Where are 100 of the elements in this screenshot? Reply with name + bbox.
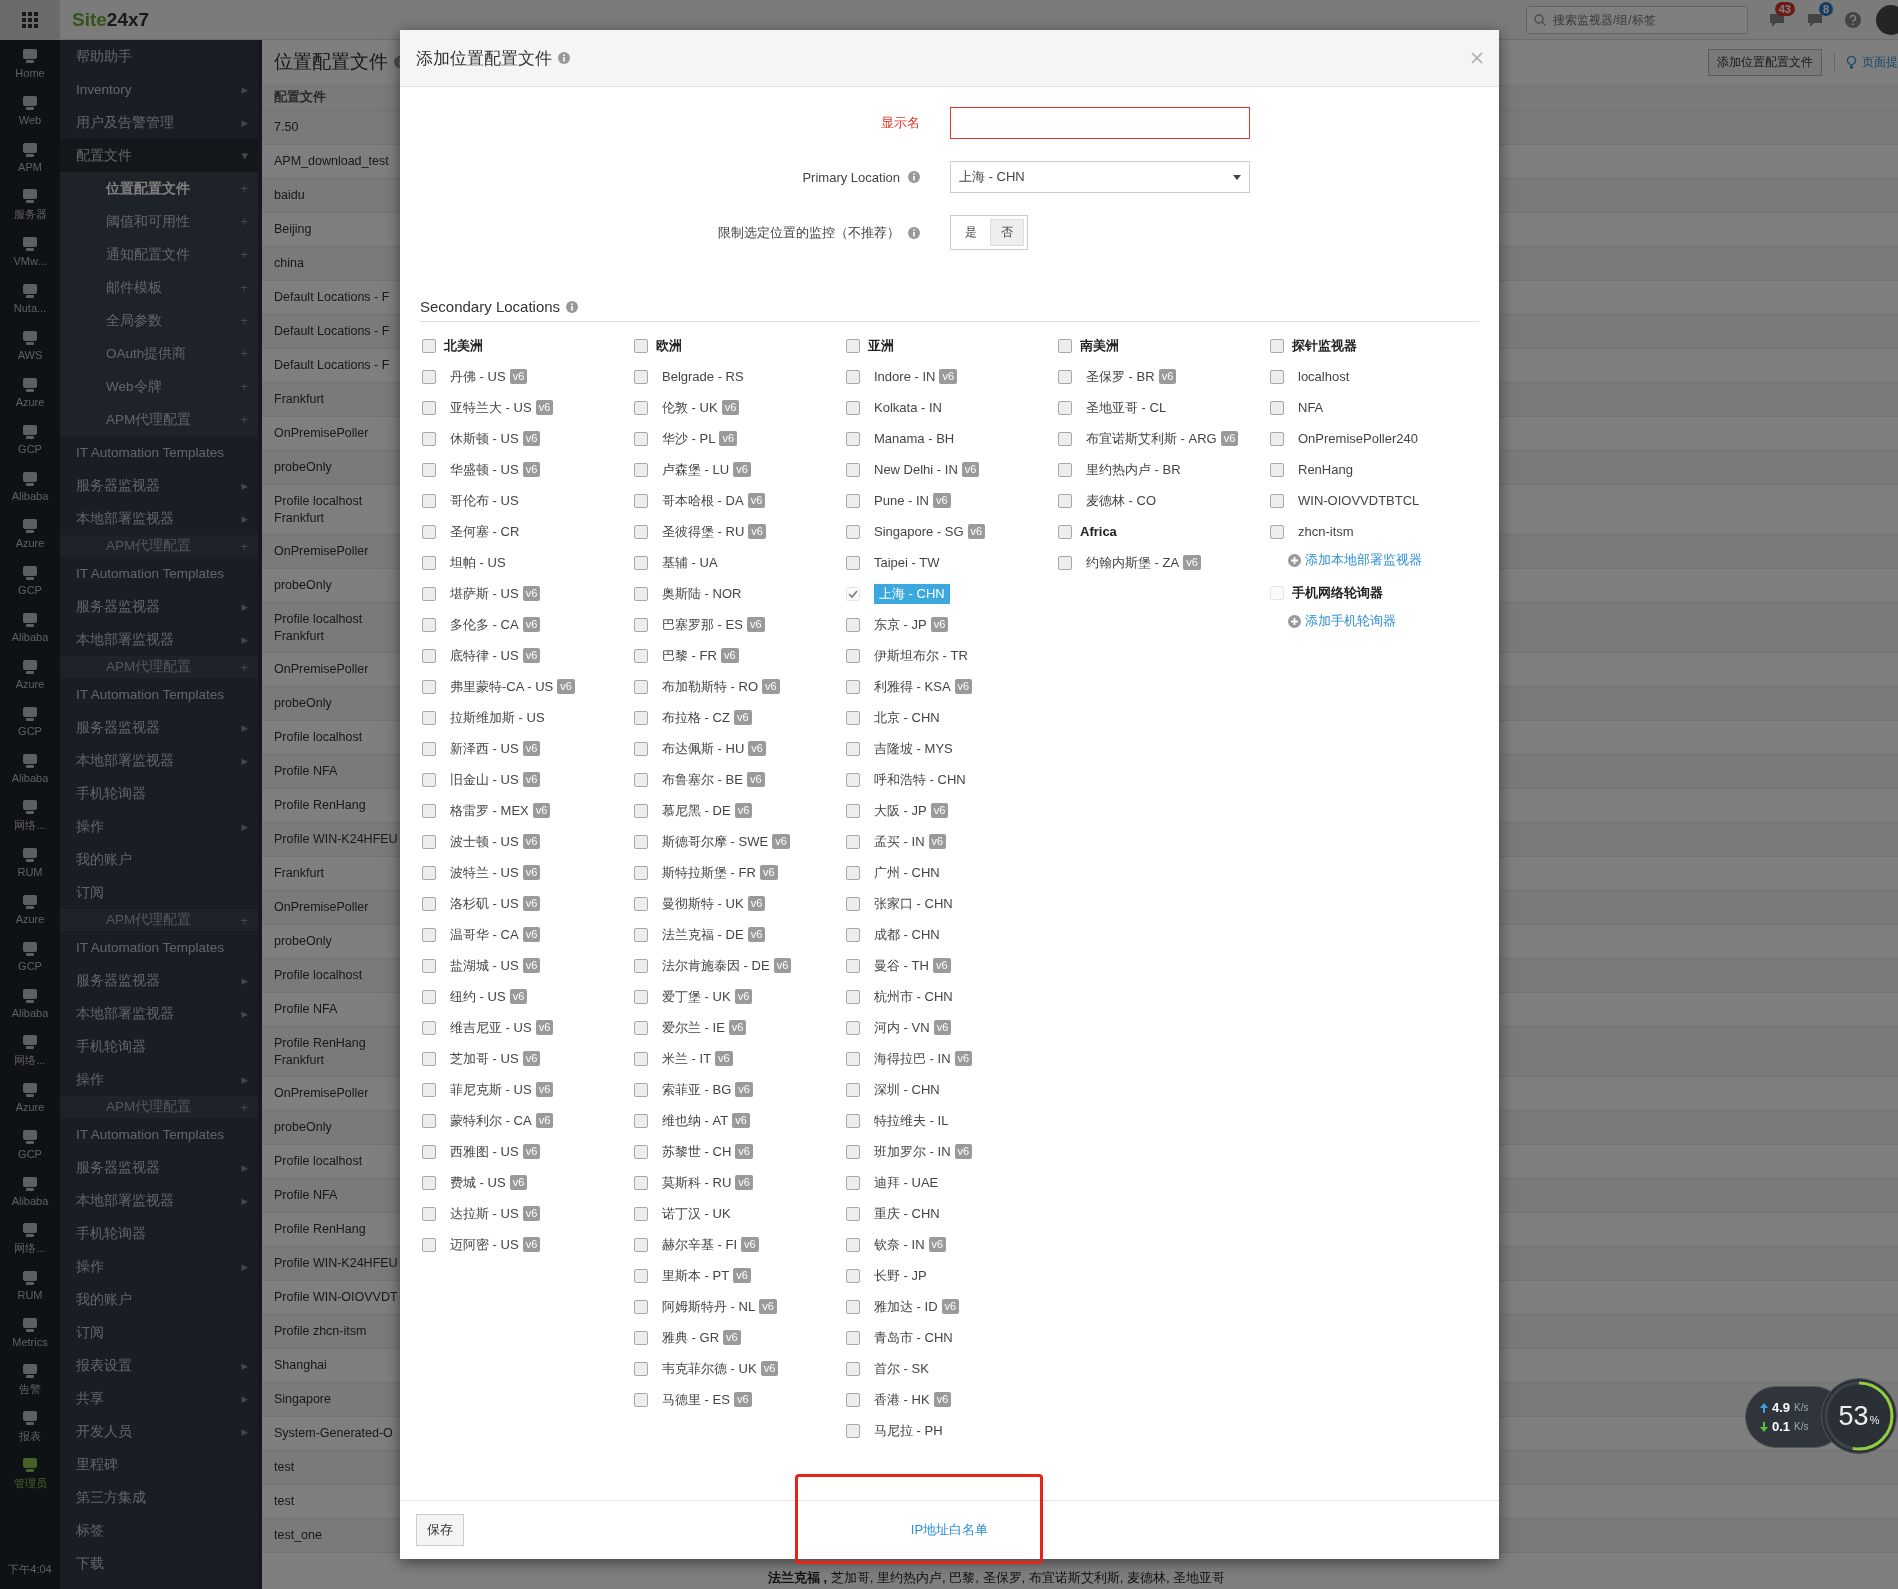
menu-item[interactable]: 邮件模板 + — [60, 271, 258, 304]
menu-item[interactable]: 操作 ▸ — [60, 1250, 258, 1283]
checkbox[interactable] — [422, 648, 436, 663]
checkbox[interactable] — [1058, 400, 1072, 415]
checkbox[interactable] — [634, 772, 648, 787]
menu-item[interactable]: 服务器监视器 ▸ — [60, 964, 258, 997]
checkbox[interactable] — [846, 1206, 860, 1221]
expand-indicator[interactable]: + — [240, 412, 248, 427]
menu-item[interactable]: 订阅 — [60, 876, 258, 909]
nav-item[interactable]: GCP — [0, 1121, 60, 1168]
nav-item[interactable]: 报表 — [0, 1403, 60, 1450]
menu-item[interactable]: 我的账户 — [60, 843, 258, 876]
add-icon[interactable] — [1288, 614, 1301, 628]
checkbox[interactable] — [422, 617, 436, 632]
checkbox[interactable] — [1270, 431, 1284, 446]
checkbox[interactable] — [1058, 555, 1072, 570]
menu-item[interactable]: APM代理配置 + — [60, 403, 258, 436]
menu-item[interactable]: 配置文件 ▾ — [60, 139, 258, 172]
nav-item[interactable]: 网络... — [0, 1215, 60, 1262]
checkbox[interactable] — [1058, 431, 1072, 446]
expand-indicator[interactable]: ▸ — [241, 478, 248, 493]
menu-item[interactable]: 标签 — [60, 1514, 258, 1547]
checkbox[interactable] — [422, 338, 436, 353]
menu-item[interactable]: Web令牌 + — [60, 370, 258, 403]
checkbox[interactable] — [634, 1330, 648, 1345]
menu-item[interactable]: IT Automation Templates — [60, 557, 258, 590]
expand-indicator[interactable]: + — [240, 659, 248, 675]
checkbox[interactable] — [634, 1206, 648, 1221]
menu-item[interactable]: 服务器监视器 ▸ — [60, 711, 258, 744]
checkbox[interactable] — [846, 555, 860, 570]
checkbox[interactable] — [846, 1299, 860, 1314]
menu-item[interactable]: 阈值和可用性 + — [60, 205, 258, 238]
checkbox[interactable] — [634, 462, 648, 477]
checkbox[interactable] — [1270, 524, 1284, 539]
checkbox[interactable] — [634, 1175, 648, 1190]
checkbox[interactable] — [634, 369, 648, 384]
checkbox[interactable] — [1058, 462, 1072, 477]
display-name-field[interactable] — [950, 107, 1250, 139]
expand-indicator[interactable]: ▸ — [241, 720, 248, 735]
checkbox[interactable] — [634, 1082, 648, 1097]
checkbox[interactable] — [634, 989, 648, 1004]
checkbox[interactable] — [634, 1051, 648, 1066]
nav-item[interactable]: VMw... — [0, 228, 60, 275]
checkbox[interactable] — [846, 1144, 860, 1159]
menu-item[interactable]: 全局参数 + — [60, 304, 258, 337]
menu-item[interactable]: 订阅 — [60, 1316, 258, 1349]
checkbox[interactable] — [846, 989, 860, 1004]
checkbox[interactable] — [1270, 338, 1284, 353]
add-link[interactable]: 添加本地部署监视器 — [1305, 551, 1422, 569]
checkbox[interactable] — [846, 1113, 860, 1128]
save-button[interactable]: 保存 — [416, 1514, 464, 1546]
expand-indicator[interactable]: + — [240, 346, 248, 361]
menu-item[interactable]: 手机轮询器 — [60, 1030, 258, 1063]
expand-indicator[interactable]: ▸ — [241, 1424, 248, 1439]
checkbox[interactable] — [634, 1113, 648, 1128]
checkbox[interactable] — [422, 431, 436, 446]
checkbox[interactable] — [422, 1020, 436, 1035]
expand-indicator[interactable]: ▸ — [241, 1193, 248, 1208]
nav-item[interactable]: Azure — [0, 651, 60, 698]
expand-indicator[interactable]: ▸ — [241, 632, 248, 647]
checkbox[interactable] — [846, 772, 860, 787]
checkbox[interactable] — [634, 803, 648, 818]
checkbox[interactable] — [634, 1144, 648, 1159]
menu-item[interactable]: 下载 — [60, 1547, 258, 1580]
menu-item[interactable]: 里程碑 — [60, 1448, 258, 1481]
checkbox[interactable] — [1058, 338, 1072, 353]
checkbox[interactable] — [1058, 493, 1072, 508]
checkbox[interactable] — [422, 896, 436, 911]
checkbox[interactable] — [422, 679, 436, 694]
expand-indicator[interactable]: ▸ — [241, 82, 248, 97]
nav-item[interactable]: Alibaba — [0, 604, 60, 651]
checkbox[interactable] — [422, 927, 436, 942]
nav-item[interactable]: AWS — [0, 322, 60, 369]
nav-item[interactable]: Nuta... — [0, 275, 60, 322]
checkbox[interactable] — [422, 524, 436, 539]
expand-indicator[interactable]: + — [240, 1099, 248, 1115]
nav-item[interactable]: Web — [0, 87, 60, 134]
expand-indicator[interactable]: ▸ — [241, 753, 248, 768]
nav-item[interactable]: Azure — [0, 1074, 60, 1121]
close-icon[interactable] — [1471, 52, 1483, 64]
expand-indicator[interactable]: ▸ — [241, 1006, 248, 1021]
expand-indicator[interactable]: ▸ — [241, 1160, 248, 1175]
checkbox[interactable] — [634, 834, 648, 849]
checkbox[interactable] — [846, 710, 860, 725]
checkbox[interactable] — [846, 865, 860, 880]
checkbox[interactable] — [1270, 400, 1284, 415]
nav-item[interactable]: GCP — [0, 933, 60, 980]
checkbox[interactable] — [634, 648, 648, 663]
expand-indicator[interactable]: ▸ — [241, 1391, 248, 1406]
checkbox[interactable] — [422, 710, 436, 725]
add-icon[interactable] — [1288, 553, 1301, 567]
checkbox[interactable] — [1058, 369, 1072, 384]
checkbox[interactable] — [634, 741, 648, 756]
checkbox[interactable] — [634, 679, 648, 694]
checkbox[interactable] — [634, 524, 648, 539]
menu-item[interactable]: 共享 ▸ — [60, 1382, 258, 1415]
nav-item[interactable]: Azure — [0, 886, 60, 933]
nav-item[interactable]: Alibaba — [0, 980, 60, 1027]
checkbox[interactable] — [634, 1020, 648, 1035]
nav-item[interactable]: Azure — [0, 369, 60, 416]
